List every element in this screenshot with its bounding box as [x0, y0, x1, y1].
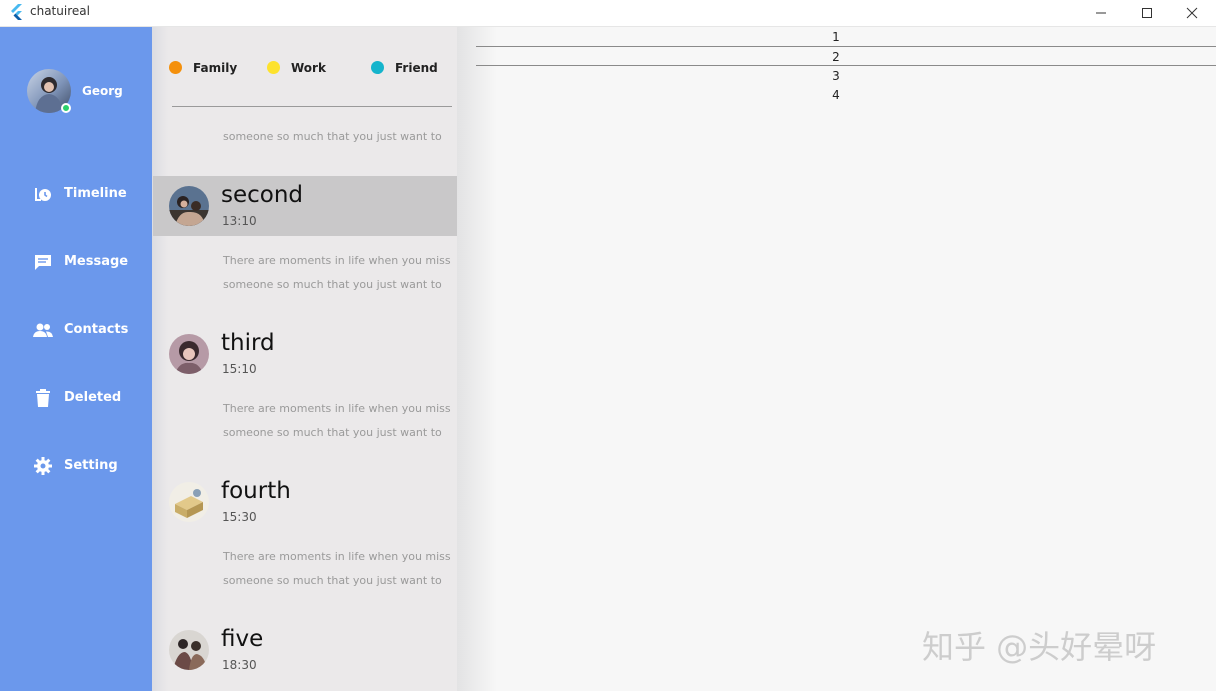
category-dot [371, 61, 384, 74]
conversation-item-five[interactable]: five 18:30 [153, 620, 457, 680]
contact-avatar [169, 186, 209, 226]
conversation-item-fourth[interactable]: fourth 15:30 [153, 472, 457, 532]
contacts-icon [30, 317, 56, 343]
nav-contacts-label: Contacts [64, 322, 129, 337]
message-preview: someone so much that you just want to [223, 574, 442, 587]
content-line: 1 [832, 30, 840, 44]
nav-setting-label: Setting [64, 458, 118, 473]
minimize-icon [1096, 12, 1106, 14]
conversation-title: second [221, 182, 304, 208]
contact-avatar [169, 334, 209, 374]
category-label: Work [291, 61, 326, 75]
contact-avatar [169, 482, 209, 522]
nav-setting[interactable]: Setting [30, 453, 145, 479]
category-dot [267, 61, 280, 74]
message-preview: someone so much that you just want to [223, 278, 442, 291]
message-preview: There are moments in life when you miss [223, 254, 451, 267]
content-line: 3 [832, 69, 840, 83]
conversation-title: fourth [221, 478, 291, 504]
nav-message-label: Message [64, 254, 129, 269]
nav-contacts[interactable]: Contacts [30, 317, 145, 343]
row-divider [476, 46, 1216, 47]
online-status-dot [61, 103, 71, 113]
conversation-time: 13:10 [222, 214, 257, 228]
nav-timeline-label: Timeline [64, 186, 127, 201]
maximize-icon [1142, 8, 1152, 18]
conversation-title: five [221, 626, 264, 652]
trash-icon [30, 385, 56, 411]
window-title: chatuireal [30, 4, 90, 18]
flutter-logo-icon [11, 4, 22, 20]
timeline-icon [30, 181, 56, 207]
sidebar: Georg Timeline Message Contacts Deleted … [0, 27, 152, 691]
minimize-button[interactable] [1078, 0, 1124, 26]
conversation-title: third [221, 330, 275, 356]
maximize-button[interactable] [1124, 0, 1170, 26]
watermark: 知乎 @头好晕呀 [922, 628, 1157, 666]
nav-deleted[interactable]: Deleted [30, 385, 145, 411]
message-icon [30, 249, 56, 275]
nav-message[interactable]: Message [30, 249, 145, 275]
message-preview: someone so much that you just want to [223, 426, 442, 439]
gear-icon [30, 453, 56, 479]
conversation-time: 15:30 [222, 510, 257, 524]
close-icon [1186, 7, 1198, 19]
user-name: Georg [82, 84, 123, 98]
contact-avatar [169, 630, 209, 670]
message-preview: There are moments in life when you miss [223, 402, 451, 415]
title-bar: chatuireal [0, 0, 1216, 27]
conversation-item-third[interactable]: third 15:10 [153, 324, 457, 384]
message-preview: someone so much that you just want to [223, 130, 442, 143]
close-button[interactable] [1169, 0, 1215, 26]
category-label: Friend [395, 61, 438, 75]
message-preview: There are moments in life when you miss [223, 550, 451, 563]
content-line: 2 [832, 50, 840, 64]
nav-deleted-label: Deleted [64, 390, 122, 405]
panel-shadow [457, 27, 497, 691]
conversation-time: 15:10 [222, 362, 257, 376]
nav-timeline[interactable]: Timeline [30, 181, 145, 207]
category-divider [172, 106, 452, 107]
row-divider [476, 65, 1216, 66]
content-line: 4 [832, 88, 840, 102]
category-dot [169, 61, 182, 74]
conversation-time: 18:30 [222, 658, 257, 672]
category-label: Family [193, 61, 238, 75]
conversation-item-second[interactable]: second 13:10 [153, 176, 457, 236]
